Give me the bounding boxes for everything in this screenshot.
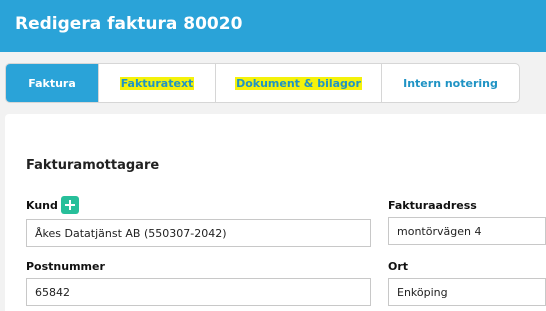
add-customer-button[interactable] [61, 196, 79, 214]
tab-intern-notering[interactable]: Intern notering [382, 64, 519, 102]
kund-field[interactable] [26, 219, 371, 247]
tab-label: Faktura [28, 76, 76, 90]
postnummer-field[interactable] [26, 278, 371, 306]
tab-dokument-bilagor[interactable]: Dokument & bilagor [216, 64, 382, 102]
kund-label: Kund [26, 199, 58, 212]
tab-faktura[interactable]: Faktura [6, 64, 99, 102]
page-title: Redigera faktura 80020 [15, 14, 243, 34]
tab-label: Fakturatext [119, 76, 195, 90]
page-header: Redigera faktura 80020 [0, 0, 546, 52]
tab-fakturatext[interactable]: Fakturatext [99, 64, 216, 102]
fakturaadress-field[interactable] [388, 217, 546, 245]
postnummer-label: Postnummer [26, 260, 105, 273]
ort-field[interactable] [388, 278, 546, 306]
fakturaadress-label: Fakturaadress [388, 199, 477, 212]
section-title: Fakturamottagare [26, 158, 160, 173]
tab-bar: Faktura Fakturatext Dokument & bilagor I… [5, 63, 520, 103]
tab-label: Intern notering [403, 76, 498, 90]
ort-label: Ort [388, 260, 409, 273]
tab-label: Dokument & bilagor [235, 76, 362, 90]
